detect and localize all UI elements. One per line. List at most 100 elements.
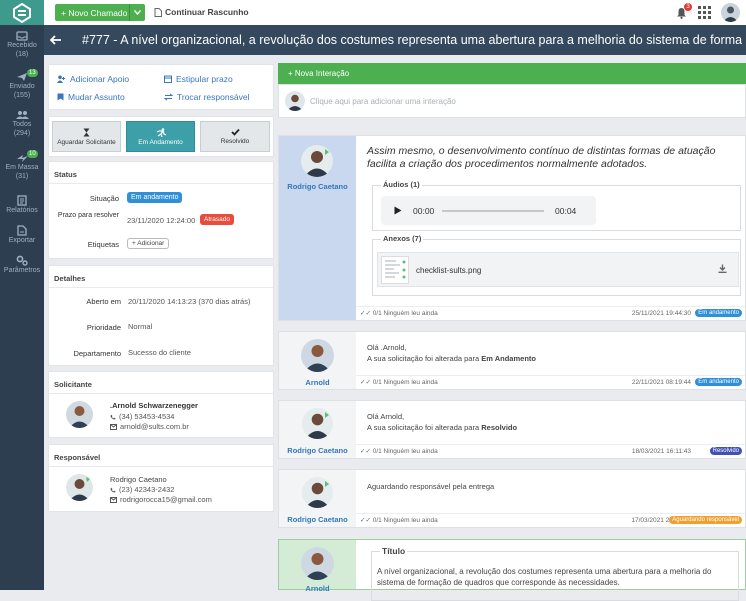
situation-label: Situação: [89, 194, 119, 203]
attachments-label: Anexos (7): [381, 234, 424, 243]
attachment-item[interactable]: checklist-sults.png: [377, 252, 739, 287]
sidebar-item-label: Parâmetros: [3, 267, 41, 274]
continue-draft-label: Continuar Rascunho: [165, 7, 249, 17]
situation-badge: Em andamento: [127, 192, 183, 203]
add-support-link[interactable]: Adicionar Apoio: [57, 74, 129, 84]
audio-duration: 00:04: [555, 206, 577, 216]
sidebar-badge: 13: [27, 69, 38, 77]
apps-grid-icon[interactable]: [698, 6, 711, 24]
continue-draft-link[interactable]: Continuar Rascunho: [154, 7, 249, 17]
post-body-text: A sua solicitação foi alterada para: [367, 423, 482, 432]
new-interaction-box[interactable]: Clique aqui para adicionar uma interação: [278, 84, 746, 118]
download-icon[interactable]: [718, 264, 727, 273]
current-user-avatar: [285, 91, 305, 111]
phone-icon: [110, 414, 116, 419]
requester-email: arnold@sults.com.br: [110, 422, 189, 431]
audio-player[interactable]: 00:00 00:04: [381, 196, 596, 225]
interaction-post: Rodrigo Caetano Olá Arnold, A sua solici…: [278, 400, 746, 459]
change-owner-label: Trocar responsável: [177, 92, 250, 102]
sidebar-item-parametros[interactable]: Parâmetros: [0, 255, 44, 276]
back-arrow-icon[interactable]: [50, 35, 64, 45]
sidebar-item-label: Recebido: [7, 42, 37, 49]
new-interaction-placeholder[interactable]: Clique aqui para adicionar uma interação: [310, 97, 456, 106]
post-status-badge: Em andamento: [695, 309, 742, 317]
user-plus-icon: [57, 75, 65, 83]
owner-avatar: [66, 474, 93, 501]
title-box: Título A nível organizacional, a revoluç…: [371, 546, 739, 601]
post-greeting: Olá .Arnold,: [367, 343, 407, 352]
document-icon: [154, 7, 162, 17]
audio-progress-track[interactable]: [442, 210, 544, 212]
sidebar-item-todos[interactable]: Todos (294): [0, 110, 44, 138]
users-icon: [15, 111, 29, 119]
read-receipt: ✓✓ 0/1 Ninguém leu ainda: [360, 517, 438, 524]
add-tag-button[interactable]: + Adicionar: [127, 238, 170, 249]
chevron-down-icon[interactable]: [129, 4, 145, 21]
wait-requester-button[interactable]: Aguardar Solicitante: [52, 121, 121, 152]
post-author-avatar: [301, 547, 334, 580]
play-icon[interactable]: [394, 206, 402, 215]
read-receipt-text: 0/1 Ninguém leu ainda: [372, 310, 438, 317]
owner-phone: (23) 42343-2432: [110, 485, 174, 494]
change-subject-link[interactable]: Mudar Assunto: [57, 92, 125, 102]
resolved-label: Resolvido: [220, 138, 250, 145]
file-thumbnail: [381, 256, 409, 284]
department-label: Departamento: [73, 349, 121, 358]
envelope-icon: [110, 423, 117, 430]
interaction-post: Rodrigo Caetano Aguardando responsável p…: [278, 469, 746, 528]
gears-icon: [16, 255, 28, 266]
app-logo[interactable]: [0, 0, 44, 25]
priority-value: Normal: [128, 322, 153, 331]
owner-name: Rodrigo Caetano: [110, 475, 167, 484]
post-date: 25/11/2021 19:44:30: [631, 310, 691, 317]
change-owner-link[interactable]: Trocar responsável: [164, 92, 249, 102]
change-subject-label: Mudar Assunto: [68, 92, 125, 102]
inbox-icon: [16, 31, 28, 41]
export-icon: [17, 225, 27, 236]
sidebar-item-em-massa[interactable]: 10 Em Massa (31): [0, 150, 44, 181]
sidebar: Recebido (18) 13 Enviado (155) Todos (29…: [0, 0, 44, 590]
ticket-title-bar: #777 - A nível organizacional, a revoluç…: [44, 25, 746, 55]
topbar: + Novo Chamado Continuar Rascunho 3: [44, 0, 746, 25]
check-icon: [230, 128, 240, 136]
requester-email-text: arnold@sults.com.br: [120, 422, 189, 431]
post-footer: ✓✓ 0/1 Ninguém leu ainda 25/11/2021 19:4…: [356, 306, 745, 320]
requester-phone-text: (34) 53453-4534: [119, 412, 175, 421]
set-deadline-link[interactable]: Estipular prazo: [164, 74, 233, 84]
new-interaction-header[interactable]: + Nova Interação: [278, 63, 746, 84]
logo-icon: [13, 2, 31, 23]
sidebar-item-relatorios[interactable]: Relatórios: [0, 195, 44, 216]
post-status-badge: Aguardando responsável: [669, 516, 742, 524]
user-avatar[interactable]: [721, 3, 740, 22]
post-author-name: Rodrigo Caetano: [287, 182, 348, 191]
in-progress-button[interactable]: Em Andamento: [126, 121, 195, 152]
requester-heading: Solicitante: [49, 372, 273, 394]
post-author-name: Arnold: [305, 378, 330, 387]
calendar-icon: [164, 75, 172, 83]
sidebar-item-recebido[interactable]: Recebido (18): [0, 31, 44, 59]
status-heading: Status: [49, 162, 273, 184]
title-box-text: A nível organizacional, a revolução dos …: [377, 567, 712, 587]
hourglass-icon: [83, 128, 90, 136]
tags-label: Etiquetas: [87, 240, 119, 249]
post-body-status: Em Andamento: [481, 354, 536, 363]
post-author-name: Rodrigo Caetano: [287, 446, 348, 455]
sidebar-item-exportar[interactable]: Exportar: [0, 225, 44, 246]
sidebar-item-enviado[interactable]: 13 Enviado (155): [0, 69, 44, 100]
sidebar-badge: 10: [27, 150, 38, 158]
deadline-value: 23/11/2020 12:24:00: [127, 216, 196, 225]
interaction-post: Arnold Olá .Arnold, A sua solicitação fo…: [278, 331, 746, 390]
requester-phone: (34) 53453-4534: [110, 412, 174, 421]
post-text: Assim mesmo, o desenvolvimento contínuo …: [367, 145, 716, 170]
read-receipt: ✓✓ 0/1 Ninguém leu ainda: [360, 379, 438, 386]
new-ticket-button[interactable]: + Novo Chamado: [55, 4, 145, 21]
department-value: Sucesso do cliente: [128, 348, 191, 357]
new-ticket-label: + Novo Chamado: [61, 7, 128, 18]
sidebar-item-count: (18): [15, 50, 29, 58]
requester-avatar: [66, 401, 93, 428]
owner-heading: Responsável: [49, 445, 273, 467]
ticket-title: #777 - A nível organizacional, a revoluç…: [82, 33, 742, 47]
running-icon: [156, 127, 166, 137]
post-date: 18/03/2021 16:11:43: [631, 448, 691, 455]
resolved-button[interactable]: Resolvido: [200, 121, 270, 152]
